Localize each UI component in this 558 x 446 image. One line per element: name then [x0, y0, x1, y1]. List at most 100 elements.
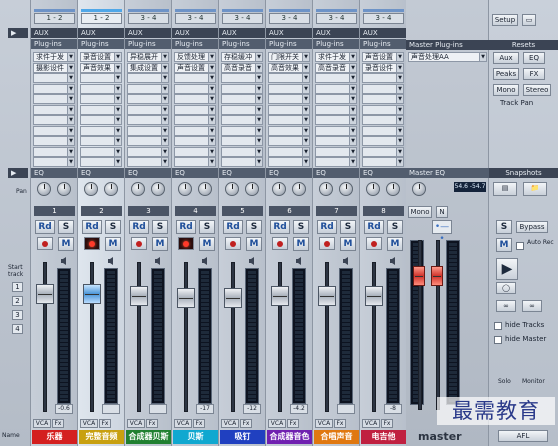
chevron-down-icon[interactable]: ▼ — [302, 116, 309, 124]
channel-4-plugin-slot-11[interactable]: ▼ — [174, 157, 216, 167]
chevron-down-icon[interactable]: ▼ — [255, 116, 262, 124]
chevron-down-icon[interactable]: ▼ — [161, 137, 168, 145]
channel-3-send-knob[interactable] — [151, 182, 165, 196]
channel-5-plugin-slot-3[interactable]: ▼ — [221, 73, 263, 83]
chevron-down-icon[interactable]: ▼ — [208, 95, 215, 103]
master-link-icon[interactable]: •—• — [432, 220, 452, 244]
channel-3-fx-button[interactable]: Fx — [146, 419, 158, 428]
chevron-down-icon[interactable]: ▼ — [161, 63, 168, 72]
channel-3-solo-button[interactable]: S — [152, 220, 168, 234]
chevron-down-icon[interactable]: ▼ — [67, 147, 74, 156]
channel-2-plugin-slot-3[interactable]: ▼ — [80, 73, 122, 83]
channel-5-speaker-icon[interactable] — [248, 256, 258, 266]
channel-3-mute-button[interactable]: M — [152, 237, 168, 251]
channel-3-plugin-slot-9[interactable]: ▼ — [127, 136, 169, 146]
channel-4-name[interactable]: 贝斯 — [173, 430, 218, 444]
chevron-down-icon[interactable]: ▼ — [349, 74, 356, 82]
afl-button[interactable]: AFL — [498, 430, 548, 442]
channel-5-fx-button[interactable]: Fx — [240, 419, 252, 428]
channel-1-vca-button[interactable]: VCA — [33, 419, 51, 428]
channel-6-plugin-slot-10[interactable]: ▼ — [268, 146, 310, 157]
chevron-down-icon[interactable]: ▼ — [302, 137, 309, 145]
channel-2-plugin-slot-6[interactable]: ▼ — [80, 104, 122, 115]
channel-6-plugin-slot-8[interactable]: ▼ — [268, 125, 310, 136]
channel-7-fader[interactable] — [318, 286, 336, 306]
channel-7-bus-select[interactable]: 3 - 4 — [316, 13, 357, 24]
start-track-2[interactable]: 2 — [12, 296, 23, 306]
left-arrow-icon[interactable]: ▶ — [8, 168, 28, 178]
channel-3-fader[interactable] — [130, 286, 148, 306]
chevron-down-icon[interactable]: ▼ — [349, 158, 356, 166]
reset-aux-button[interactable]: Aux — [493, 52, 519, 64]
channel-2-plugin-slot-2[interactable]: 声音效果 ▼ — [80, 62, 122, 73]
chevron-down-icon[interactable]: ▼ — [208, 105, 215, 114]
channel-7-solo-button[interactable]: S — [340, 220, 356, 234]
channel-5-mute-button[interactable]: M — [246, 237, 262, 251]
chevron-down-icon[interactable]: ▼ — [208, 84, 215, 93]
channel-8-plugin-slot-3[interactable]: ▼ — [362, 73, 404, 83]
chevron-down-icon[interactable]: ▼ — [114, 74, 121, 82]
channel-4-plugin-slot-8[interactable]: ▼ — [174, 125, 216, 136]
channel-7-eq[interactable]: EQ — [313, 168, 359, 178]
channel-6-plugin-slot-11[interactable]: ▼ — [268, 157, 310, 167]
channel-5-send-knob[interactable] — [245, 182, 259, 196]
chevron-down-icon[interactable]: ▼ — [349, 84, 356, 93]
left-arrow-icon-2[interactable]: ▶ — [8, 28, 28, 38]
auto-rec-checkbox[interactable] — [516, 242, 524, 250]
channel-6-plugin-slot-2[interactable]: 高音效果 ▼ — [268, 62, 310, 73]
channel-7-plugin-slot-1[interactable]: 求件于发 ▼ — [315, 52, 357, 62]
master-fader-l[interactable] — [413, 266, 425, 286]
channel-5-plugin-slot-9[interactable]: ▼ — [221, 136, 263, 146]
hide-tracks-checkbox[interactable] — [494, 322, 502, 330]
channel-8-plugin-slot-4[interactable]: ▼ — [362, 83, 404, 94]
channel-1-plugin-slot-1[interactable]: 求件于发 ▼ — [33, 52, 75, 62]
chevron-down-icon[interactable]: ▼ — [161, 126, 168, 135]
channel-5-rec-read-button[interactable]: Rd — [223, 220, 243, 234]
close-button[interactable]: ▭ — [522, 14, 536, 26]
channel-2-solo-button[interactable]: S — [105, 220, 121, 234]
channel-8-plugin-slot-2[interactable]: 录音设件 ▼ — [362, 62, 404, 73]
channel-3-plugin-slot-7[interactable]: ▼ — [127, 115, 169, 125]
channel-1-bus-select[interactable]: 1 - 2 — [34, 13, 75, 24]
channel-4-mute-button[interactable]: M — [199, 237, 215, 251]
channel-1-solo-button[interactable]: S — [58, 220, 74, 234]
channel-2-plugin-slot-1[interactable]: 录音设置 ▼ — [80, 52, 122, 62]
channel-6-plugin-slot-9[interactable]: ▼ — [268, 136, 310, 146]
chevron-down-icon[interactable]: ▼ — [302, 126, 309, 135]
start-track-3[interactable]: 3 — [12, 310, 23, 320]
channel-5-eq[interactable]: EQ — [219, 168, 265, 178]
chevron-down-icon[interactable]: ▼ — [255, 105, 262, 114]
channel-3-pan-knob[interactable] — [131, 182, 145, 196]
chevron-down-icon[interactable]: ▼ — [349, 116, 356, 124]
chevron-down-icon[interactable]: ▼ — [349, 147, 356, 156]
hide-master-checkbox[interactable] — [494, 336, 502, 344]
chevron-down-icon[interactable]: ▼ — [161, 74, 168, 82]
channel-4-fader[interactable] — [177, 288, 195, 308]
chevron-down-icon[interactable]: ▼ — [67, 105, 74, 114]
channel-8-solo-button[interactable]: S — [387, 220, 403, 234]
chevron-down-icon[interactable]: ▼ — [349, 105, 356, 114]
channel-2-plugin-slot-5[interactable]: ▼ — [80, 94, 122, 104]
channel-7-plugin-slot-2[interactable]: 高音录音 ▼ — [315, 62, 357, 73]
channel-6-plugin-slot-1[interactable]: 门限开关 ▼ — [268, 52, 310, 62]
chevron-down-icon[interactable]: ▼ — [208, 126, 215, 135]
channel-6-plugin-slot-5[interactable]: ▼ — [268, 94, 310, 104]
channel-6-bus-select[interactable]: 3 - 4 — [269, 13, 310, 24]
chevron-down-icon[interactable]: ▼ — [208, 116, 215, 124]
chevron-down-icon[interactable]: ▼ — [114, 63, 121, 72]
channel-1-rec-read-button[interactable]: Rd — [35, 220, 55, 234]
channel-4-rec-read-button[interactable]: Rd — [176, 220, 196, 234]
chevron-down-icon[interactable]: ▼ — [255, 95, 262, 103]
chevron-down-icon[interactable]: ▼ — [255, 53, 262, 61]
channel-4-eq[interactable]: EQ — [172, 168, 218, 178]
channel-1-pan-knob[interactable] — [37, 182, 51, 196]
channel-4-send-knob[interactable] — [198, 182, 212, 196]
channel-4-vca-button[interactable]: VCA — [174, 419, 192, 428]
channel-7-plugin-slot-7[interactable]: ▼ — [315, 115, 357, 125]
channel-8-plugin-slot-9[interactable]: ▼ — [362, 136, 404, 146]
channel-5-plugin-slot-11[interactable]: ▼ — [221, 157, 263, 167]
channel-6-plugin-slot-4[interactable]: ▼ — [268, 83, 310, 94]
chevron-down-icon[interactable]: ▼ — [349, 95, 356, 103]
link-right-button[interactable]: ∞ — [522, 300, 542, 312]
play-icon[interactable]: ▶ — [496, 258, 518, 280]
